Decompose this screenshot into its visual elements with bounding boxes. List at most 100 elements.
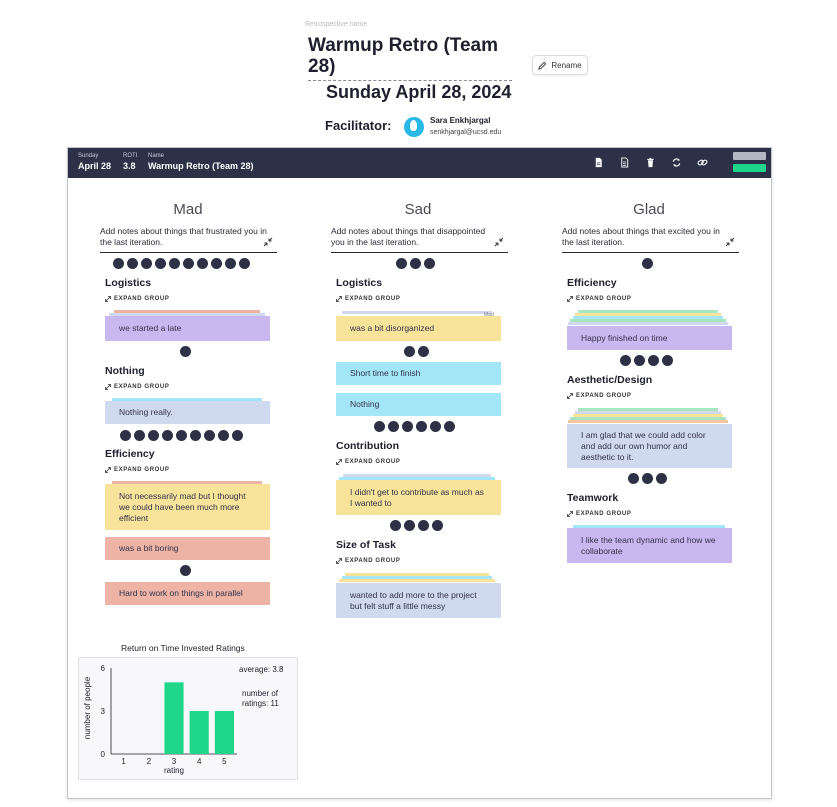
card-stack-edge <box>568 420 728 423</box>
vote-dot <box>204 430 215 441</box>
toolbar-secondary-button[interactable] <box>733 152 766 160</box>
vote-dot <box>404 346 415 357</box>
glad-efficiency-card[interactable]: Happy finished on time <box>567 326 732 350</box>
sad-logistics-card[interactable]: was a bit disorganized <box>336 316 501 341</box>
expand-group-label: EXPAND GROUP <box>576 296 632 302</box>
mad-logistics-card[interactable]: we started a late <box>105 316 270 341</box>
expand-icon <box>105 384 111 390</box>
document-icon[interactable] <box>593 157 604 168</box>
glad-vote-dots <box>620 355 673 366</box>
sad-size-of-task-card[interactable]: wanted to add more to the project but fe… <box>336 583 501 618</box>
toolbar-primary-button[interactable] <box>733 164 766 172</box>
glad-vote-dots <box>628 473 667 484</box>
vote-dot <box>396 258 407 269</box>
rename-label: Rename <box>551 60 582 70</box>
mad-group-logistics-title: Logistics <box>105 277 152 289</box>
vote-dot <box>402 421 413 432</box>
bar-rating-4 <box>189 711 209 754</box>
vote-dot <box>176 430 187 441</box>
vote-dot <box>642 258 653 269</box>
vote-dot <box>113 258 124 269</box>
sad-vote-dots <box>404 346 429 357</box>
sad-size-of-task-expand-group[interactable]: EXPAND GROUP <box>336 558 400 564</box>
glad-column-divider <box>562 252 739 253</box>
card-stack-edge <box>568 322 728 325</box>
refresh-icon[interactable] <box>671 157 682 168</box>
mad-nothing-card[interactable]: Nothing really. <box>105 401 270 424</box>
y-tick-label: 0 <box>101 750 106 759</box>
expand-icon <box>105 467 111 473</box>
vote-dot <box>424 258 435 269</box>
collapse-icon[interactable] <box>263 237 273 247</box>
x-tick-label: 1 <box>121 757 126 766</box>
chart-average: average: 3.8 <box>239 665 284 674</box>
collapse-icon[interactable] <box>725 237 735 247</box>
vote-dot <box>162 430 173 441</box>
mad-logistics-expand-group[interactable]: EXPAND GROUP <box>105 296 169 302</box>
name-meta: Name Warmup Retro (Team 28) <box>148 152 254 172</box>
vote-dot <box>127 258 138 269</box>
glad-teamwork-expand-group[interactable]: EXPAND GROUP <box>567 511 631 517</box>
rename-button[interactable]: Rename <box>532 55 588 75</box>
expand-group-label: EXPAND GROUP <box>345 296 401 302</box>
roti-label: ROTI <box>123 153 138 159</box>
chart-rating-count: number of ratings: 11 <box>242 689 279 708</box>
notes-icon[interactable] <box>619 157 630 168</box>
mad-efficiency-card-1[interactable]: Not necessarily mad but I thought we cou… <box>105 484 270 530</box>
sad-vote-dots <box>396 258 435 269</box>
vote-dot <box>662 355 673 366</box>
vote-dot <box>656 473 667 484</box>
x-tick-label: 5 <box>222 757 227 766</box>
sad-card-short-time[interactable]: Short time to finish <box>336 362 501 385</box>
expand-group-label: EXPAND GROUP <box>576 393 632 399</box>
vote-dot <box>642 473 653 484</box>
vote-dot <box>183 258 194 269</box>
mad-nothing-expand-group[interactable]: EXPAND GROUP <box>105 384 169 390</box>
day-value: April 28 <box>78 161 112 171</box>
bar-rating-3 <box>164 682 184 754</box>
sad-group-contribution-title: Contribution <box>336 440 399 452</box>
card-stack-edge <box>339 579 495 582</box>
facilitator-email: senkhjargal@ucsd.edu <box>430 129 502 136</box>
roti-chart: number of people rating 0 3 6 1 2 3 4 5 average… <box>78 657 298 780</box>
vote-dot <box>232 430 243 441</box>
expand-group-label: EXPAND GROUP <box>345 459 401 465</box>
mad-efficiency-card-3[interactable]: Hard to work on things in parallel <box>105 582 270 605</box>
sad-logistics-expand-group[interactable]: EXPAND GROUP <box>336 296 400 302</box>
sad-card-nothing[interactable]: Nothing <box>336 393 501 416</box>
vote-dot <box>418 520 429 531</box>
roti-value: 3.8 <box>123 161 136 171</box>
vote-dot <box>120 430 131 441</box>
sad-contribution-card[interactable]: I didn't get to contribute as much as I … <box>336 480 501 515</box>
bar-rating-5 <box>214 711 234 754</box>
x-tick-label: 2 <box>147 757 152 766</box>
mad-vote-dots <box>180 346 191 357</box>
glad-teamwork-card[interactable]: I like the team dynamic and how we colla… <box>567 528 732 563</box>
card-stack-edge <box>342 311 492 314</box>
retro-title[interactable]: Warmup Retro (Team 28) <box>308 35 512 81</box>
glad-aesthetic-card[interactable]: I am glad that we could add color and ad… <box>567 424 732 468</box>
sad-contribution-expand-group[interactable]: EXPAND GROUP <box>336 459 400 465</box>
link-icon[interactable] <box>697 157 708 168</box>
collapse-icon[interactable] <box>494 237 504 247</box>
vote-dot <box>620 355 631 366</box>
x-tick-label: 4 <box>197 757 202 766</box>
board-toolbar: Sunday April 28 ROTI 3.8 Name Warmup Ret… <box>68 148 771 178</box>
mad-vote-dots <box>120 430 243 441</box>
mad-efficiency-expand-group[interactable]: EXPAND GROUP <box>105 467 169 473</box>
glad-column-title: Glad <box>633 201 665 218</box>
sad-group-size-of-task-title: Size of Task <box>336 539 396 551</box>
expand-group-label: EXPAND GROUP <box>114 384 170 390</box>
trash-icon[interactable] <box>645 157 656 168</box>
vote-dot <box>148 430 159 441</box>
mad-column-title: Mad <box>173 201 203 218</box>
expand-icon <box>105 296 111 302</box>
mad-efficiency-card-2[interactable]: was a bit boring <box>105 537 270 560</box>
x-tick-label: 3 <box>172 757 177 766</box>
glad-aesthetic-expand-group[interactable]: EXPAND GROUP <box>567 393 631 399</box>
mad-group-nothing-title: Nothing <box>105 365 145 377</box>
glad-efficiency-expand-group[interactable]: EXPAND GROUP <box>567 296 631 302</box>
vote-dot <box>374 421 385 432</box>
sad-vote-dots <box>390 520 443 531</box>
vote-dot <box>648 355 659 366</box>
